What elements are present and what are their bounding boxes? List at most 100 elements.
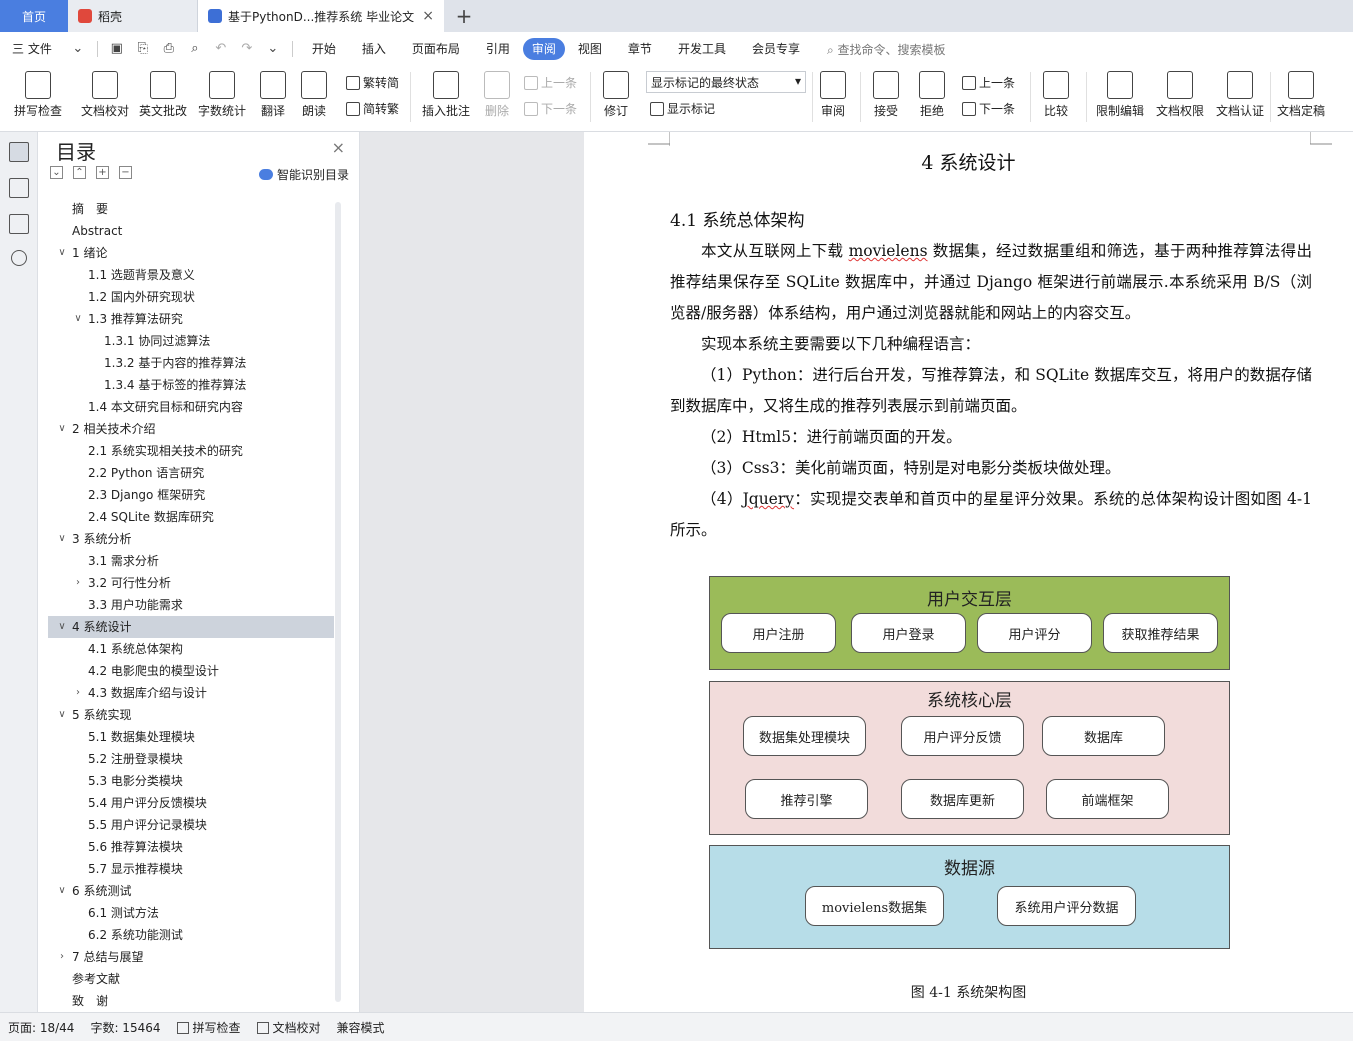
- chevron-right-icon[interactable]: ›: [56, 946, 68, 968]
- toc-item[interactable]: 2.2 Python 语言研究: [48, 462, 334, 484]
- toc-item[interactable]: 5.6 推荐算法模块: [48, 836, 334, 858]
- trad-to-simp-button[interactable]: 繁转简: [346, 74, 399, 91]
- toc-panel-icon[interactable]: [8, 142, 29, 162]
- close-icon[interactable]: ×: [332, 138, 345, 157]
- toc-item[interactable]: 5.4 用户评分反馈模块: [48, 792, 334, 814]
- chevron-down-icon[interactable]: ∨: [56, 616, 68, 638]
- compare-button[interactable]: 比较: [1036, 66, 1076, 126]
- toc-item[interactable]: › 7 总结与展望: [48, 946, 334, 968]
- tab-home[interactable]: 首页: [0, 0, 68, 32]
- chevron-down-icon[interactable]: ∨: [56, 880, 68, 902]
- file-menu[interactable]: 三 文件: [8, 38, 65, 60]
- doc-cert-button[interactable]: 文档认证: [1212, 66, 1268, 126]
- prev-comment-button[interactable]: 上一条: [524, 74, 577, 91]
- search-icon[interactable]: [10, 250, 27, 266]
- toc-item[interactable]: ∨ 4 系统设计: [48, 616, 334, 638]
- new-tab-button[interactable]: +: [444, 0, 484, 32]
- toc-item[interactable]: 4.2 电影爬虫的模型设计: [48, 660, 334, 682]
- toc-item[interactable]: 1.3.2 基于内容的推荐算法: [48, 352, 334, 374]
- toc-item[interactable]: 2.3 Django 框架研究: [48, 484, 334, 506]
- doc-final-button[interactable]: 文档定稿: [1274, 66, 1328, 126]
- menu-insert[interactable]: 插入: [349, 38, 399, 60]
- menu-chapter[interactable]: 章节: [615, 38, 665, 60]
- chevron-down-icon[interactable]: ∨: [56, 242, 68, 264]
- save-icon[interactable]: ▣: [109, 41, 125, 57]
- toc-item[interactable]: Abstract: [48, 220, 334, 242]
- toc-item[interactable]: 1.2 国内外研究现状: [48, 286, 334, 308]
- menu-developer[interactable]: 开发工具: [665, 38, 739, 60]
- toc-item[interactable]: 6.2 系统功能测试: [48, 924, 334, 946]
- next-comment-button[interactable]: 下一条: [524, 100, 577, 117]
- track-changes-button[interactable]: 修订: [596, 66, 636, 126]
- toc-item[interactable]: 参考文献: [48, 968, 334, 990]
- print-preview-icon[interactable]: ⌕: [187, 41, 203, 57]
- spell-check-button[interactable]: 拼写检查: [6, 66, 70, 126]
- chevron-down-icon[interactable]: ∨: [72, 308, 84, 330]
- remove-heading-icon[interactable]: −: [119, 166, 132, 179]
- chevron-down-icon[interactable]: ∨: [56, 418, 68, 440]
- toc-item[interactable]: 2.1 系统实现相关技术的研究: [48, 440, 334, 462]
- show-markup-button[interactable]: 显示标记: [650, 100, 715, 117]
- toc-item[interactable]: ∨ 5 系统实现: [48, 704, 334, 726]
- menu-start[interactable]: 开始: [299, 38, 349, 60]
- chevron-right-icon[interactable]: ›: [72, 572, 84, 594]
- menu-review[interactable]: 审阅: [522, 38, 565, 60]
- word-count-button[interactable]: 字数统计: [194, 66, 250, 126]
- prev-change-button[interactable]: 上一条: [962, 74, 1015, 91]
- accept-button[interactable]: 接受: [866, 66, 906, 126]
- insert-comment-button[interactable]: 插入批注: [418, 66, 474, 126]
- read-aloud-button[interactable]: 朗读: [296, 66, 332, 126]
- english-correct-button[interactable]: 英文批改: [136, 66, 190, 126]
- simp-to-trad-button[interactable]: 简转繁: [346, 100, 399, 117]
- toc-item[interactable]: 5.3 电影分类模块: [48, 770, 334, 792]
- toc-item[interactable]: 5.5 用户评分记录模块: [48, 814, 334, 836]
- toc-item[interactable]: 致 谢: [48, 990, 334, 1012]
- proofread-status[interactable]: 文档校对: [256, 1019, 321, 1036]
- toc-item[interactable]: 1.4 本文研究目标和研究内容: [48, 396, 334, 418]
- toc-item[interactable]: 3.1 需求分析: [48, 550, 334, 572]
- reject-button[interactable]: 拒绝: [912, 66, 952, 126]
- toc-item[interactable]: ∨ 1 绪论: [48, 242, 334, 264]
- chevron-down-icon[interactable]: ∨: [56, 528, 68, 550]
- chevron-down-icon[interactable]: ∨: [56, 704, 68, 726]
- translate-button[interactable]: 翻译: [254, 66, 292, 126]
- toc-item[interactable]: 2.4 SQLite 数据库研究: [48, 506, 334, 528]
- customize-icon[interactable]: ⌄: [265, 41, 281, 57]
- tab-daoke[interactable]: 稻壳: [68, 0, 198, 32]
- restrict-edit-button[interactable]: 限制编辑: [1092, 66, 1148, 126]
- toc-item[interactable]: ∨ 1.3 推荐算法研究: [48, 308, 334, 330]
- redo-icon[interactable]: ↷: [239, 41, 255, 57]
- menu-references[interactable]: 引用: [473, 38, 523, 60]
- command-search[interactable]: ⌕ 查找命令、搜索模板: [813, 41, 946, 58]
- menu-page-layout[interactable]: 页面布局: [399, 38, 473, 60]
- word-count[interactable]: 字数: 15464: [90, 1019, 160, 1036]
- toc-item[interactable]: 1.3.1 协同过滤算法: [48, 330, 334, 352]
- spell-check-status[interactable]: 拼写检查: [176, 1019, 241, 1036]
- delete-comment-button[interactable]: 删除: [478, 66, 516, 126]
- expand-all-icon[interactable]: ⌃: [73, 166, 86, 179]
- chevron-right-icon[interactable]: ›: [72, 682, 84, 704]
- toc-scrollbar[interactable]: [335, 202, 341, 1002]
- add-heading-icon[interactable]: +: [96, 166, 109, 179]
- toc-item[interactable]: ∨ 2 相关技术介绍: [48, 418, 334, 440]
- toc-item[interactable]: › 4.3 数据库介绍与设计: [48, 682, 334, 704]
- toc-item[interactable]: 3.3 用户功能需求: [48, 594, 334, 616]
- chapter-nav-icon[interactable]: [8, 178, 29, 198]
- toc-item[interactable]: 5.2 注册登录模块: [48, 748, 334, 770]
- toc-item[interactable]: 1.3.4 基于标签的推荐算法: [48, 374, 334, 396]
- next-change-button[interactable]: 下一条: [962, 100, 1015, 117]
- toc-item[interactable]: 5.1 数据集处理模块: [48, 726, 334, 748]
- doc-rights-button[interactable]: 文档权限: [1152, 66, 1208, 126]
- page-indicator[interactable]: 页面: 18/44: [8, 1019, 74, 1036]
- toc-item[interactable]: 1.1 选题背景及意义: [48, 264, 334, 286]
- undo-icon[interactable]: ↶: [213, 41, 229, 57]
- print-icon[interactable]: ⎙: [161, 41, 177, 57]
- bookmark-icon[interactable]: [8, 214, 29, 234]
- toc-item[interactable]: 4.1 系统总体架构: [48, 638, 334, 660]
- output-icon[interactable]: ⎘: [135, 41, 151, 57]
- toc-item[interactable]: 6.1 测试方法: [48, 902, 334, 924]
- menu-member[interactable]: 会员专享: [739, 38, 813, 60]
- chevron-down-icon[interactable]: ⌄: [70, 41, 86, 57]
- tab-document[interactable]: 基于PythonD...推荐系统 毕业论文 ×: [198, 0, 444, 32]
- toc-item[interactable]: 摘 要: [48, 198, 334, 220]
